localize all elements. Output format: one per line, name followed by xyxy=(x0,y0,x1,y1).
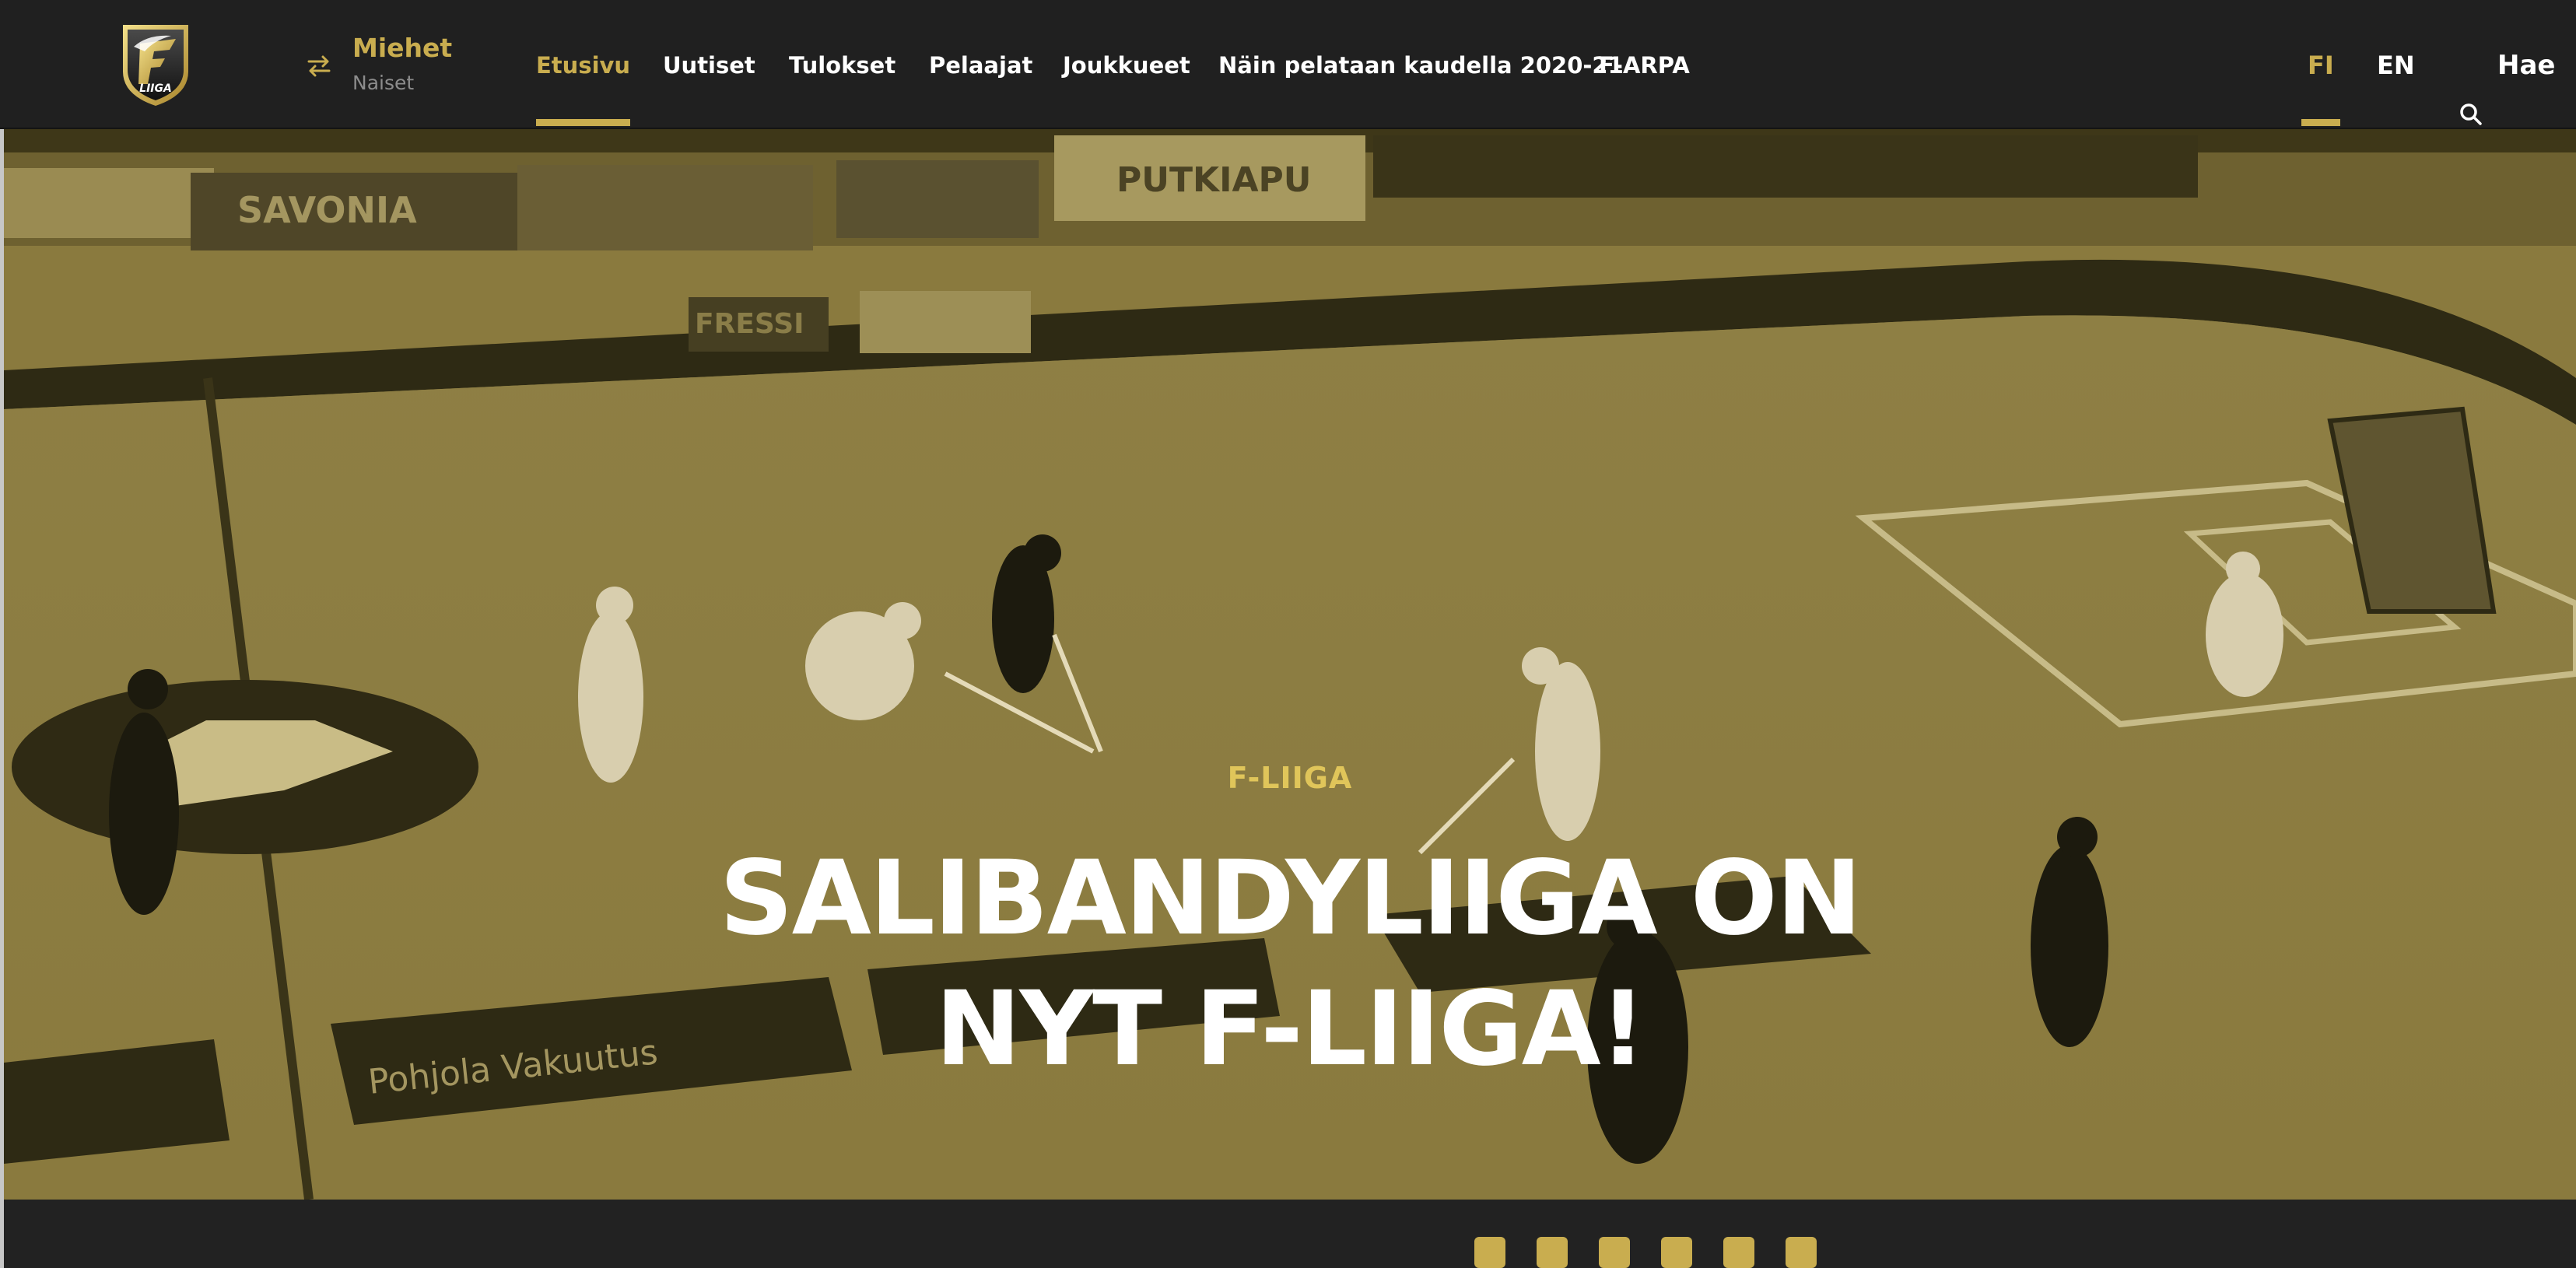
board-ad-text: SAVONIA xyxy=(237,189,417,231)
board-ad-text: FRESSI xyxy=(695,308,804,340)
board-ad-text: PUTKIAPU xyxy=(1116,160,1312,200)
nav-item-pelaajat[interactable]: Pelaajat xyxy=(929,0,1032,129)
nav-item-uutiset[interactable]: Uutiset xyxy=(663,0,755,129)
swap-arrows-icon xyxy=(306,53,332,79)
language-en[interactable]: EN xyxy=(2377,0,2415,129)
hero-title-line: NYT F-LIIGA! xyxy=(935,969,1646,1089)
partially-visible-heading xyxy=(1474,1237,1817,1268)
search-label: Hae xyxy=(2497,50,2556,81)
site-header: LIIGA Miehet Naiset Etusivu Uutiset Tulo… xyxy=(0,0,2576,129)
nav-item-nain-pelataan[interactable]: Näin pelataan kaudella 2020-21 xyxy=(1218,0,1624,129)
hero-title-line: SALIBANDYLIIGA ON xyxy=(719,839,1863,958)
language-fi[interactable]: FI xyxy=(2301,0,2340,129)
nav-item-joukkueet[interactable]: Joukkueet xyxy=(1063,0,1190,129)
nav-item-tulokset[interactable]: Tulokset xyxy=(789,0,895,129)
nav-item-etusivu[interactable]: Etusivu xyxy=(536,0,631,129)
series-switch-current[interactable]: Miehet xyxy=(352,33,452,63)
next-section-peek xyxy=(4,1200,2576,1268)
hero-category[interactable]: F-LIIGA xyxy=(4,761,2576,795)
hero-banner[interactable]: SAVONIA PUTKIAPU FRESSI Pohjola Vakuutus xyxy=(4,129,2576,1200)
svg-text:LIIGA: LIIGA xyxy=(139,82,172,95)
nav-item-f-arpa[interactable]: F-ARPA xyxy=(1599,0,1690,129)
hero-title[interactable]: SALIBANDYLIIGA ON NYT F-LIIGA! xyxy=(626,833,1954,1095)
f-liiga-logo[interactable]: LIIGA xyxy=(117,20,195,109)
series-switch-alternate[interactable]: Naiset xyxy=(352,72,414,94)
logo-shield-icon: LIIGA xyxy=(123,25,188,106)
search-icon xyxy=(2459,53,2483,125)
